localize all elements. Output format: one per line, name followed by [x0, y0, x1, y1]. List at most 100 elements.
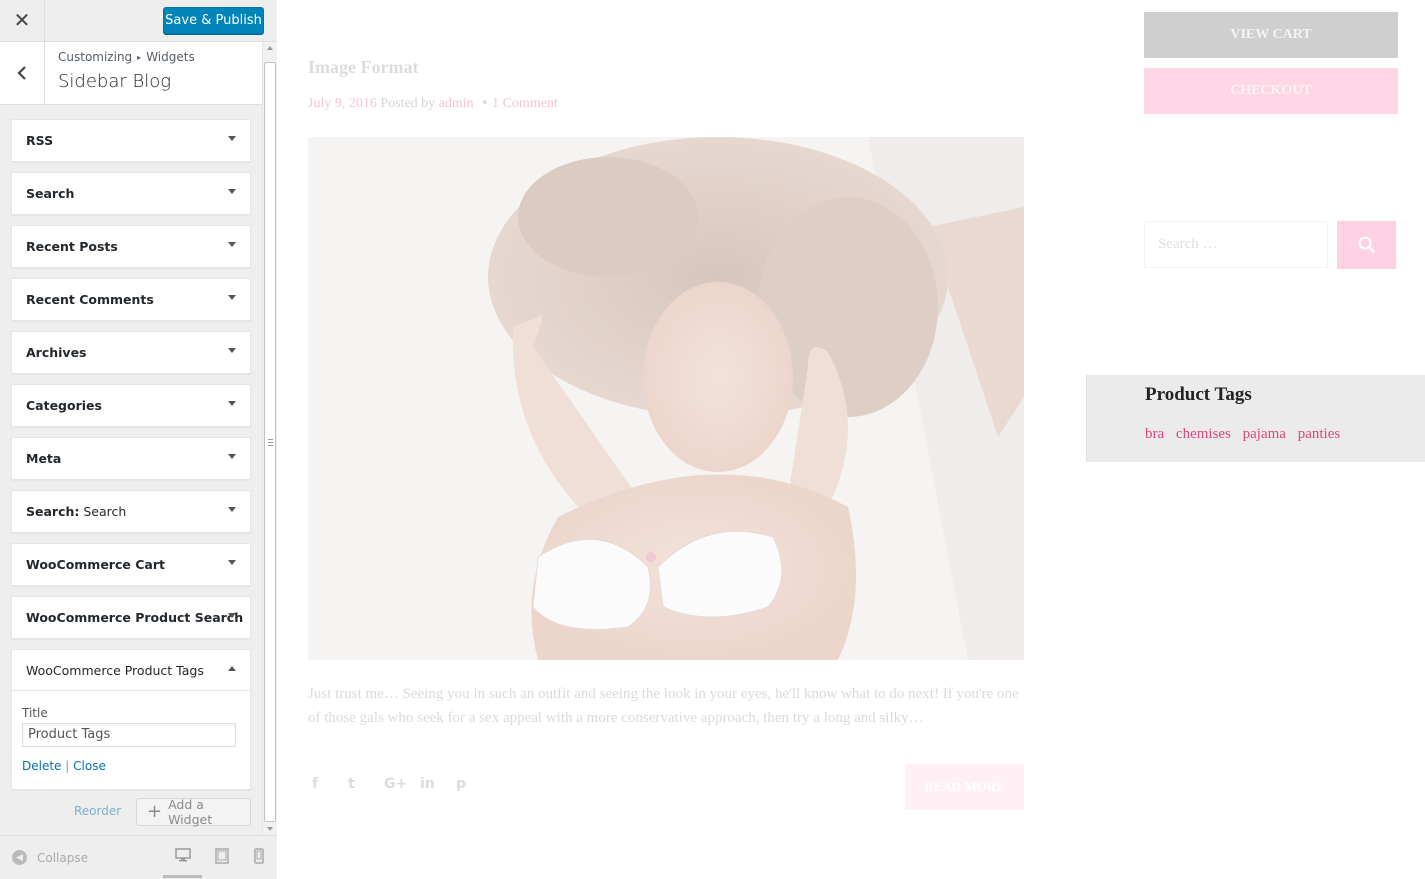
widget-woocommerce-product-search[interactable]: WooCommerce Product Search: [11, 596, 251, 639]
caret-down-icon[interactable]: [228, 136, 236, 141]
search-button[interactable]: [1337, 221, 1396, 269]
add-widget-button[interactable]: + Add a Widget: [136, 797, 251, 827]
caret-down-icon[interactable]: [228, 507, 236, 512]
collapse-arrow-icon: ◀: [12, 850, 27, 865]
customizer-header: ✕ Save & Publish: [0, 0, 277, 42]
widget-title: WooCommerce Product Search: [26, 610, 244, 625]
widget-list: RSS Search Recent Posts Recent Comments …: [0, 105, 262, 835]
widget-recent-comments[interactable]: Recent Comments: [11, 278, 251, 321]
read-more-button[interactable]: READ MORE: [905, 764, 1024, 810]
widget-title: Meta: [26, 451, 62, 466]
widget-title: Archives: [26, 345, 87, 360]
post-comments-link[interactable]: 1 Comment: [492, 96, 558, 111]
tag-link[interactable]: panties: [1298, 426, 1341, 442]
meta-bullet: •: [482, 96, 488, 111]
post-excerpt: Just trust me… Seeing you in such an out…: [308, 686, 1019, 726]
tag-link[interactable]: pajama: [1243, 426, 1286, 442]
site-preview: Image Format July 9, 2016 Posted by admi…: [277, 0, 1425, 879]
caret-down-icon[interactable]: [228, 348, 236, 353]
widget-search[interactable]: Search: [11, 172, 251, 215]
caret-up-icon[interactable]: [228, 666, 236, 671]
post-author[interactable]: admin: [439, 96, 474, 111]
product-tags-list: bra chemises pajama panties: [1145, 426, 1348, 443]
actions-separator: |: [65, 759, 70, 773]
reorder-link[interactable]: Reorder: [74, 804, 121, 818]
title-label: Title: [22, 706, 48, 720]
search-icon: [1358, 236, 1375, 254]
caret-down-icon[interactable]: [228, 613, 236, 618]
tag-link[interactable]: bra: [1145, 426, 1164, 442]
widget-title: Categories: [26, 398, 102, 413]
facebook-icon[interactable]: f: [312, 776, 348, 792]
view-cart-button[interactable]: VIEW CART: [1144, 12, 1398, 58]
breadcrumb-separator-icon: ▸: [137, 53, 142, 62]
back-arrow-icon[interactable]: [0, 42, 45, 104]
post-date[interactable]: July 9, 2016: [308, 96, 377, 111]
panel-scrollbar[interactable]: [262, 42, 277, 835]
caret-down-icon[interactable]: [228, 295, 236, 300]
product-tags-widget: Product Tags bra chemises pajama panties: [1086, 375, 1425, 462]
plus-icon: +: [147, 801, 163, 822]
linkedin-icon[interactable]: in: [420, 776, 456, 792]
pinterest-icon[interactable]: p: [456, 776, 492, 792]
post-title[interactable]: Image Format: [308, 57, 418, 78]
widget-title: WooCommerce Product Tags: [26, 663, 204, 678]
customizer-panel: ✕ Save & Publish Customizing ▸ Widgets Sid…: [0, 0, 277, 879]
widget-recent-posts[interactable]: Recent Posts: [11, 225, 251, 268]
post-featured-image[interactable]: [308, 137, 1024, 660]
widget-categories[interactable]: Categories: [11, 384, 251, 427]
caret-down-icon[interactable]: [228, 189, 236, 194]
social-share: f t G+ in p: [312, 776, 492, 792]
widget-search-search[interactable]: Search: Search: [11, 490, 251, 533]
twitter-icon[interactable]: t: [348, 776, 384, 792]
widget-title: Recent Comments: [26, 292, 154, 307]
posted-by-label: Posted by: [380, 96, 436, 111]
active-device-indicator: [163, 875, 202, 878]
breadcrumb-section: Widgets: [146, 50, 195, 64]
product-tags-title: Product Tags: [1145, 384, 1252, 405]
mobile-preview-icon[interactable]: [254, 848, 264, 869]
widget-title: Search: [26, 186, 75, 201]
post-meta: July 9, 2016 Posted by admin • 1 Comment: [308, 96, 558, 112]
scroll-up-icon[interactable]: [267, 46, 273, 50]
add-widget-label: Add a Widget: [168, 797, 213, 827]
checkout-button[interactable]: CHECKOUT: [1144, 68, 1398, 114]
tablet-preview-icon[interactable]: [215, 848, 229, 869]
widget-title: RSS: [26, 133, 54, 148]
widget-woocommerce-product-tags[interactable]: WooCommerce Product Tags Title Product T…: [11, 649, 251, 790]
widget-woocommerce-cart[interactable]: WooCommerce Cart: [11, 543, 251, 586]
widget-title: Recent Posts: [26, 239, 118, 254]
title-field[interactable]: Product Tags: [22, 723, 236, 747]
save-publish-button[interactable]: Save & Publish: [163, 7, 264, 34]
widget-title-instance: Search: [79, 504, 127, 519]
widget-actions: Delete | Close: [22, 759, 106, 773]
close-link[interactable]: Close: [73, 759, 106, 773]
scroll-down-icon[interactable]: [267, 827, 273, 831]
grip-icon: [268, 439, 273, 446]
delete-link[interactable]: Delete: [22, 759, 61, 773]
widget-title: WooCommerce Cart: [26, 557, 165, 572]
caret-down-icon[interactable]: [228, 242, 236, 247]
section-title: Sidebar Blog: [58, 71, 172, 92]
close-icon[interactable]: ✕: [0, 0, 45, 41]
collapse-label: Collapse: [37, 850, 88, 865]
google-plus-icon[interactable]: G+: [384, 776, 420, 792]
caret-down-icon[interactable]: [228, 401, 236, 406]
widget-meta[interactable]: Meta: [11, 437, 251, 480]
desktop-preview-icon[interactable]: [175, 848, 191, 868]
caret-down-icon[interactable]: [228, 560, 236, 565]
collapse-button[interactable]: ◀ Collapse: [12, 850, 88, 865]
widget-title-type: Search:: [26, 504, 80, 519]
widget-rss[interactable]: RSS: [11, 119, 251, 162]
customizer-footer: ◀ Collapse: [0, 835, 277, 879]
scrollbar-thumb[interactable]: [264, 62, 276, 822]
breadcrumb: Customizing ▸ Widgets: [58, 50, 195, 64]
product-search-input[interactable]: Search …: [1144, 221, 1328, 268]
tag-link[interactable]: chemises: [1176, 426, 1231, 442]
caret-down-icon[interactable]: [228, 454, 236, 459]
widget-title: Search: Search: [26, 504, 126, 519]
section-header: Customizing ▸ Widgets Sidebar Blog: [0, 42, 262, 105]
breadcrumb-root: Customizing: [58, 50, 133, 64]
widget-form: Title Product Tags Delete | Close: [12, 691, 250, 789]
widget-archives[interactable]: Archives: [11, 331, 251, 374]
